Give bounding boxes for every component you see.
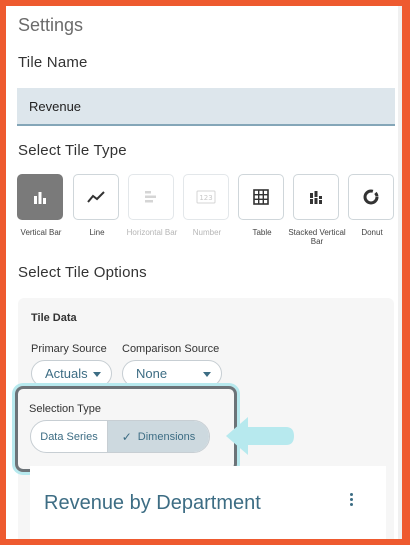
settings-panel: Settings Tile Name Revenue Select Tile T… [6,6,402,539]
tile-name-label: Tile Name [18,54,88,71]
line-chart-icon [87,191,105,203]
tile-type-label: Select Tile Type [18,142,127,159]
scrollbar[interactable] [398,6,402,539]
tile-options-label: Select Tile Options [18,264,147,281]
tile-type-number[interactable]: 123 Number [183,174,231,237]
checkmark-icon: ✓ [121,429,132,444]
vertical-bar-chart-icon [34,192,46,204]
selection-type-label: Selection Type [29,403,101,415]
selection-option-data-series[interactable]: Data Series [31,421,108,452]
settings-title: Settings [18,15,84,35]
selection-option-label: Dimensions [137,430,196,443]
stacked-bar-chart-icon [310,191,322,204]
tile-type-label-text: Number [192,228,222,237]
more-options-icon[interactable] [350,493,354,508]
tile-type-table[interactable]: Table [238,174,286,237]
tile-type-label-text: Vertical Bar [20,228,62,237]
tile-type-label-text: Stacked Vertical Bar [288,228,346,246]
preview-title: Revenue by Department [44,492,261,514]
tile-type-horizontal-bar[interactable]: Horizontal Bar [127,174,177,237]
tile-type-label-text: Line [89,228,105,237]
tile-type-label-text: Table [252,228,272,237]
comparison-source-label: Comparison Source [122,343,220,355]
chevron-down-icon [203,372,211,377]
svg-text:123: 123 [199,194,212,202]
tile-type-donut[interactable]: Donut [348,174,396,237]
tile-type-label-text: Donut [361,228,383,237]
table-icon [253,189,269,205]
tile-type-vertical-bar[interactable]: Vertical Bar [17,174,65,237]
comparison-source-value: None [136,366,168,381]
primary-source-label: Primary Source [31,343,107,355]
tile-name-input[interactable]: Revenue [17,88,395,126]
primary-source-dropdown[interactable]: Actuals [31,360,112,387]
tile-name-value: Revenue [29,98,82,114]
selection-option-label: Data Series [40,430,98,443]
donut-chart-icon [363,189,379,205]
selection-type-toggle[interactable]: Data Series ✓ Dimensions [30,420,210,453]
tile-type-label-text: Horizontal Bar [126,228,178,237]
tile-preview-card: Revenue by Department [30,466,386,539]
comparison-source-dropdown[interactable]: None [122,360,222,387]
tile-data-heading: Tile Data [31,312,77,324]
horizontal-bar-chart-icon [145,191,156,203]
selection-option-dimensions[interactable]: ✓ Dimensions [108,421,209,452]
tile-type-stacked-vertical-bar[interactable]: Stacked Vertical Bar [288,174,346,246]
pointer-arrow-icon [226,417,294,455]
primary-source-value: Actuals [45,366,88,381]
tile-type-line[interactable]: Line [73,174,121,237]
chevron-down-icon [93,372,101,377]
number-icon: 123 [196,190,216,204]
